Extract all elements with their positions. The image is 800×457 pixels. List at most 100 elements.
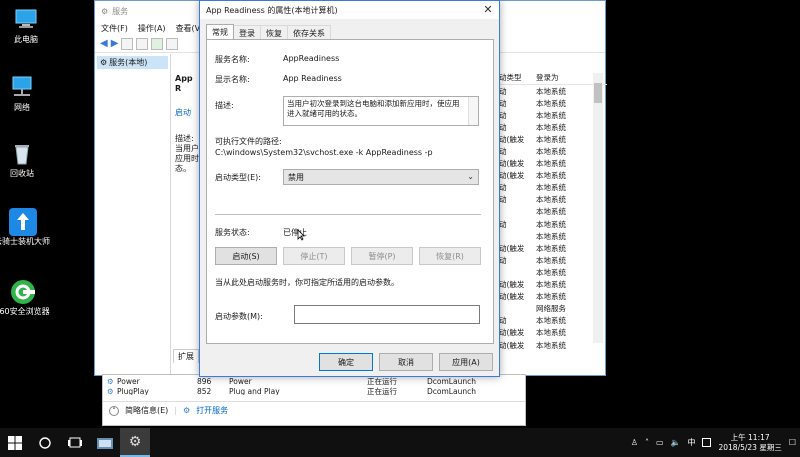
desktop-icon-recycle-bin[interactable]: 回收站: [0, 140, 48, 179]
services-list: 动类型 登录为 动本地系统动本地系统动本地系统动本地系统 动(触发 本地系统动本地系…: [495, 71, 607, 351]
startup-type-select[interactable]: 禁用 ⌄: [283, 169, 479, 185]
table-row[interactable]: 本地系统: [495, 230, 607, 242]
table-row[interactable]: 动 本地系统: [495, 315, 607, 327]
table-row[interactable]: 动(触发 本地系统: [495, 170, 607, 182]
column-logon-as[interactable]: 登录为: [533, 72, 591, 83]
window-title: 服务: [112, 6, 129, 16]
user-icon[interactable]: [702, 438, 712, 447]
gear-icon: ⚙: [100, 58, 108, 67]
table-row[interactable]: 动(触发 本地系统: [495, 158, 607, 170]
back-arrow-icon[interactable]: ◀: [100, 38, 108, 49]
notification-icon[interactable]: ☐: [789, 438, 796, 447]
table-row[interactable]: 动 本地系统: [495, 121, 607, 133]
chevron-up-icon[interactable]: ˄: [645, 438, 649, 447]
console-tree-icon[interactable]: [121, 37, 134, 50]
task-view-icon[interactable]: [60, 428, 90, 457]
table-row[interactable]: ⚙ PlugPlay 852 Plug and Play 正在运行 DcomLa…: [103, 387, 525, 395]
cell-startup-type: 动(触发: [499, 159, 525, 169]
table-row[interactable]: 动 本地系统: [495, 218, 607, 230]
refresh-icon[interactable]: [151, 37, 164, 50]
desktop-icon-this-pc[interactable]: 此电脑: [0, 6, 52, 45]
table-row[interactable]: 动(触发 本地系统: [495, 291, 607, 303]
start-service-link[interactable]: 启动: [175, 108, 201, 118]
description-line: 当用户: [175, 144, 199, 153]
battery-icon[interactable]: ▭: [656, 438, 664, 447]
table-row[interactable]: 动 本地系统: [495, 194, 607, 206]
services-list-scrollbar[interactable]: [593, 73, 603, 343]
table-row[interactable]: 动 本地系统: [495, 97, 607, 109]
start-params-input[interactable]: [294, 305, 480, 324]
tree-item-services-local[interactable]: ⚙ 服务(本地): [97, 56, 168, 69]
description-line: 态。: [175, 164, 191, 173]
description-scrollbar[interactable]: [468, 97, 478, 125]
desktop-icon-yunqishi[interactable]: 云骑士装机大师: [0, 208, 50, 247]
column-startup-type[interactable]: 动类型: [495, 72, 533, 83]
recycle-bin-icon: [9, 140, 35, 166]
table-row[interactable]: 动 本地系统: [495, 109, 607, 121]
service-title: App R: [175, 74, 193, 93]
cell-startup-type: 动: [499, 147, 507, 157]
cell-logon-as: 本地系统: [536, 207, 566, 217]
cell-logon-as: 本地系统: [536, 280, 566, 290]
apply-button[interactable]: 应用(A): [439, 353, 493, 371]
table-row[interactable]: 动 本地系统: [495, 182, 607, 194]
table-row[interactable]: 动(触发 本地系统: [495, 133, 607, 145]
cell-logon-as: 本地系统: [536, 340, 566, 350]
dialog-titlebar[interactable]: App Readiness 的属性(本地计算机): [200, 1, 499, 19]
people-icon[interactable]: ♙: [631, 438, 638, 447]
table-row[interactable]: 网络服务: [495, 303, 607, 315]
ok-button[interactable]: 确定: [319, 353, 373, 371]
ime-indicator[interactable]: 中: [687, 437, 695, 448]
table-row[interactable]: 动 本地系统: [495, 254, 607, 266]
tree-item-label: 服务(本地): [109, 58, 148, 67]
tab-extended[interactable]: 扩展: [173, 349, 199, 363]
table-row[interactable]: 动 本地系统: [495, 145, 607, 157]
search-icon[interactable]: [30, 428, 60, 457]
desktop-icon-360-browser[interactable]: 360安全浏览器: [0, 278, 50, 317]
desktop-icon-label: 此电脑: [14, 35, 38, 44]
resume-button[interactable]: 恢复(R): [419, 247, 481, 265]
table-row[interactable]: 动(触发 本地系统: [495, 339, 607, 351]
start-button[interactable]: [0, 428, 30, 457]
start-params-hint: 当从此处启动服务时，你可指定所适用的启动参数。: [215, 278, 399, 287]
speaker-icon[interactable]: 🔈: [671, 438, 681, 447]
clock[interactable]: 上午 11:17 2018/5/23 星期三: [718, 433, 781, 453]
menu-action[interactable]: 操作(A): [138, 23, 166, 34]
cell-logon-as: 本地系统: [536, 110, 566, 120]
collapse-chevron-icon[interactable]: ˄: [109, 405, 119, 416]
properties-icon[interactable]: [136, 37, 149, 50]
fewer-details-link[interactable]: 简略信息(E): [125, 405, 168, 416]
start-button[interactable]: 启动(S): [215, 247, 277, 265]
table-row[interactable]: 动(触发 本地系统: [495, 279, 607, 291]
start-params-label: 启动参数(M):: [215, 312, 263, 321]
360-browser-icon: [9, 278, 35, 304]
scrollbar-thumb[interactable]: [594, 83, 602, 103]
cell-logon-as: 本地系统: [536, 183, 566, 193]
strip-footer: ˄ 简略信息(E) | ⚙ 打开服务: [103, 401, 525, 419]
close-icon[interactable]: ✕: [481, 3, 495, 17]
table-row[interactable]: 本地系统: [495, 206, 607, 218]
yunqishi-app-icon: [9, 208, 37, 236]
cell-startup-type: 动: [499, 255, 507, 265]
cell-startup-type: 动(触发: [499, 280, 525, 290]
table-row[interactable]: 本地系统: [495, 266, 607, 278]
pause-button[interactable]: 暂停(P): [351, 247, 413, 265]
desktop-icon-network[interactable]: 网络: [0, 74, 48, 113]
table-row[interactable]: 动 本地系统: [495, 85, 607, 97]
taskbar-app-services[interactable]: ⚙: [120, 428, 150, 457]
export-icon[interactable]: [166, 37, 179, 50]
table-row[interactable]: ⚙ Power 896 Power 正在运行 DcomLaunch: [103, 376, 525, 387]
startup-type-label: 启动类型(E):: [215, 173, 261, 182]
table-row[interactable]: 动(触发 本地系统: [495, 327, 607, 339]
menu-file[interactable]: 文件(F): [101, 23, 128, 34]
open-services-link[interactable]: 打开服务: [196, 405, 228, 416]
cell-logon-as: 本地系统: [536, 171, 566, 181]
taskbar-app-tools[interactable]: [90, 428, 120, 457]
cell-startup-type: 动(触发: [499, 243, 525, 253]
cell-logon-as: 本地系统: [536, 147, 566, 157]
description-textbox[interactable]: 当用户初次登录到这台电脑和添加新应用时，使应用进入就绪可用的状态。: [283, 96, 479, 126]
forward-arrow-icon[interactable]: ▶: [111, 38, 119, 49]
table-row[interactable]: 动(触发 本地系统: [495, 242, 607, 254]
stop-button[interactable]: 停止(T): [283, 247, 345, 265]
cancel-button[interactable]: 取消: [379, 353, 433, 371]
